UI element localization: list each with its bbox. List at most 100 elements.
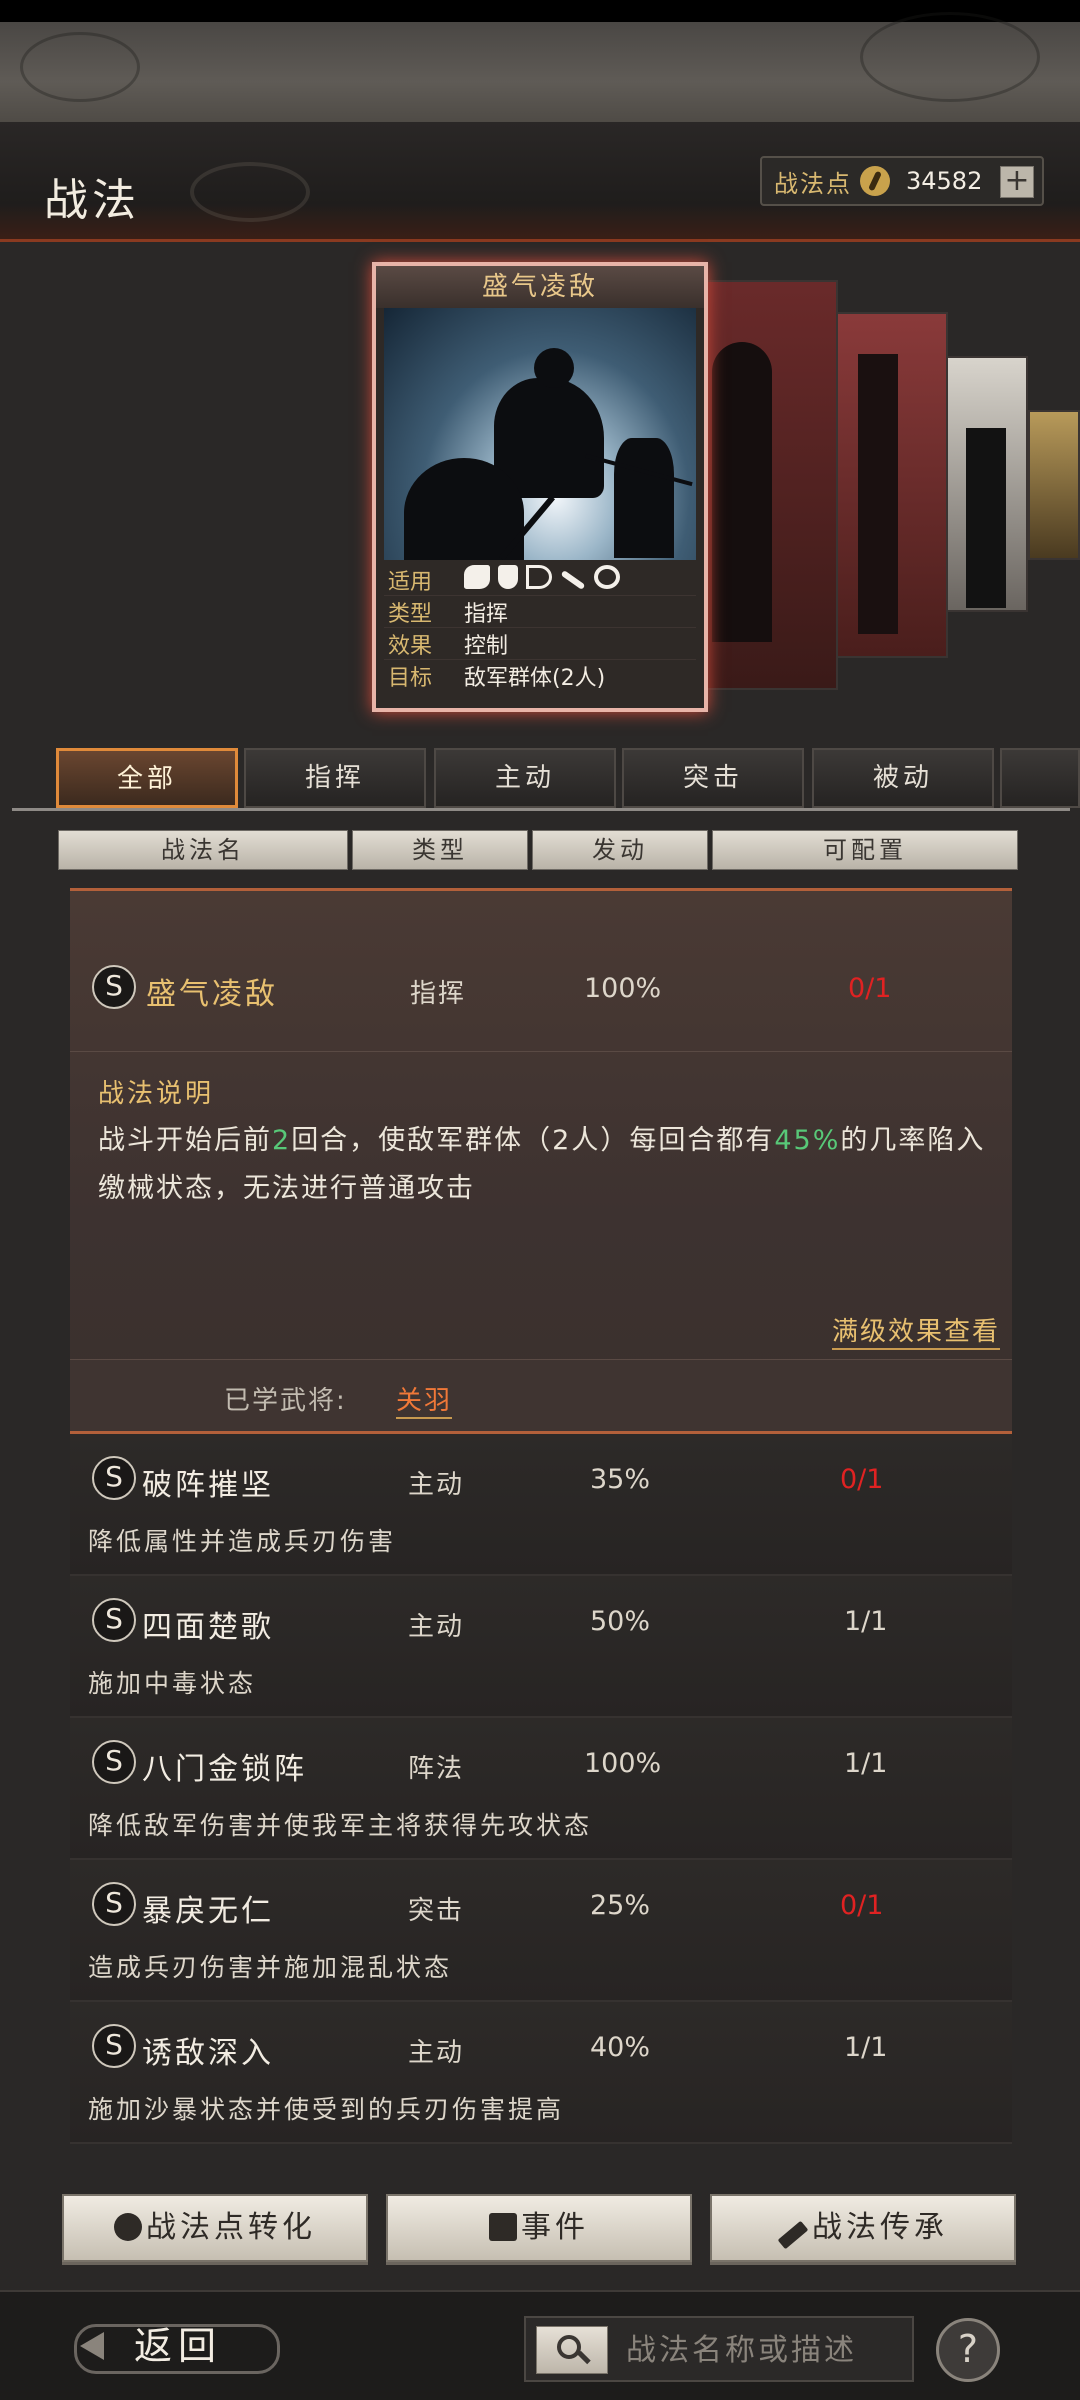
card-row-type: 类型 指挥 — [384, 596, 696, 628]
convert-points-button[interactable]: 战法点转化 — [62, 2194, 368, 2262]
learned-general-link[interactable]: 关羽 — [396, 1380, 453, 1419]
search-icon-handle — [577, 2350, 591, 2365]
tab-active[interactable]: 主动 — [434, 748, 616, 808]
tactic-row[interactable]: S 破阵摧坚 主动 35% 0/1 降低属性并造成兵刃伤害 — [70, 1434, 1012, 1576]
tactic-points-value: 34582 — [906, 167, 983, 195]
rank-s-badge: S — [92, 1456, 136, 1500]
search-box — [524, 2316, 914, 2382]
card-row-applicable: 适用 — [384, 564, 696, 596]
search-input[interactable] — [626, 2326, 906, 2374]
header-bar: 战法 战法点 34582 + — [0, 122, 1080, 242]
tactic-type: 主动 — [408, 1470, 465, 1500]
hammer-icon — [777, 2220, 809, 2250]
cavalry-icon — [464, 564, 490, 589]
tactic-summary: 施加中毒状态 — [88, 1669, 257, 1698]
column-trigger[interactable]: 发动 — [532, 830, 708, 870]
description-title: 战法说明 — [98, 1079, 215, 1109]
unit-icons — [464, 564, 628, 595]
back-label: 返回 — [134, 2324, 223, 2368]
tabs-divider — [12, 808, 1070, 811]
tactic-name: 诱敌深入 — [142, 2036, 274, 2071]
card-row-value: 控制 — [464, 633, 509, 659]
tactic-rate: 35% — [590, 1464, 651, 1495]
tactic-type: 阵法 — [408, 1754, 465, 1784]
column-configurable[interactable]: 可配置 — [712, 830, 1018, 870]
desc-part: 战斗开始后前 — [98, 1125, 272, 1156]
add-points-button[interactable]: + — [1000, 166, 1034, 198]
rank-s-badge: S — [92, 2024, 136, 2068]
flame-icon — [114, 2213, 142, 2241]
tactic-points-box: 战法点 34582 + — [760, 156, 1044, 206]
bow-icon — [526, 564, 552, 589]
tab-assault[interactable]: 突击 — [622, 748, 804, 808]
card-preview-2[interactable] — [700, 280, 838, 690]
tactic-type: 主动 — [408, 2038, 465, 2068]
card-row-target: 目标 敌军群体(2人) — [384, 660, 696, 692]
learned-label: 已学武将: — [224, 1386, 347, 1416]
tactic-name: 四面楚歌 — [142, 1610, 274, 1645]
card-info-table: 适用 类型 指挥 效果 控制 目标 敌军群体(2人) — [384, 564, 696, 692]
desc-part: 回合，使敌军群体（2人）每回合都有 — [291, 1125, 775, 1156]
tactic-name: 盛气凌敌 — [146, 977, 278, 1012]
card-preview-5[interactable] — [1028, 410, 1080, 560]
max-level-effect-link[interactable]: 满级效果查看 — [831, 1311, 1000, 1350]
card-artwork — [384, 308, 696, 560]
tactic-points-label: 战法点 — [774, 169, 852, 198]
rank-s-badge: S — [92, 965, 136, 1009]
tab-command[interactable]: 指挥 — [244, 748, 426, 808]
tactic-rate: 25% — [590, 1890, 651, 1921]
tactic-config: 1/1 — [844, 2032, 888, 2063]
header-swirl-decoration — [190, 162, 310, 222]
desc-highlight-rate: 45% — [774, 1125, 841, 1156]
tactic-row[interactable]: S 八门金锁阵 阵法 100% 1/1 降低敌军伤害并使我军主将获得先攻状态 — [70, 1718, 1012, 1860]
page-title: 战法 — [44, 175, 140, 226]
card-preview-3[interactable] — [836, 312, 948, 658]
tactic-rate: 100% — [584, 973, 662, 1004]
tactic-row[interactable]: S 暴戾无仁 突击 25% 0/1 造成兵刃伤害并施加混乱状态 — [70, 1860, 1012, 2002]
card-row-key: 类型 — [388, 601, 433, 627]
tactic-name: 八门金锁阵 — [142, 1752, 307, 1787]
tab-more[interactable] — [1000, 748, 1080, 808]
tactic-row[interactable]: S 诱敌深入 主动 40% 1/1 施加沙暴状态并使受到的兵刃伤害提高 — [70, 2002, 1012, 2144]
back-button[interactable]: 返回 — [70, 2314, 280, 2378]
help-button[interactable]: ? — [936, 2318, 1000, 2382]
event-button[interactable]: 事件 — [386, 2194, 692, 2262]
tactic-row-expanded[interactable]: S 盛气凌敌 指挥 100% 0/1 战法说明 战斗开始后前2回合，使敌军群体（… — [70, 888, 1012, 1434]
card-row-effect: 效果 控制 — [384, 628, 696, 660]
tactic-summary: 降低属性并造成兵刃伤害 — [88, 1527, 397, 1556]
tactic-rate: 40% — [590, 2032, 651, 2063]
tactic-summary: 施加沙暴状态并使受到的兵刃伤害提高 — [88, 2095, 565, 2124]
rank-s-badge: S — [92, 1598, 136, 1642]
card-row-value: 指挥 — [464, 601, 509, 627]
card-preview-4[interactable] — [946, 356, 1028, 612]
tactic-config: 1/1 — [844, 1606, 888, 1637]
rank-s-badge: S — [92, 1740, 136, 1784]
divider — [70, 1051, 1012, 1052]
tab-passive[interactable]: 被动 — [812, 748, 994, 808]
tab-all[interactable]: 全部 — [56, 748, 238, 808]
selected-tactic-card[interactable]: 盛气凌敌 适用 类型 指挥 效果 控制 目标 敌军群体(2人) — [372, 262, 708, 712]
inherit-tactic-label: 战法传承 — [812, 2210, 948, 2245]
tactic-config: 0/1 — [840, 1464, 884, 1495]
description-text: 战斗开始后前2回合，使敌军群体（2人）每回合都有45%的几率陷入缴械状态，无法进… — [98, 1117, 998, 1213]
spear-icon — [560, 569, 586, 590]
tactic-type: 主动 — [408, 1612, 465, 1642]
inherit-tactic-button[interactable]: 战法传承 — [710, 2194, 1016, 2262]
convert-points-label: 战法点转化 — [146, 2210, 316, 2245]
category-tabs: 全部 指挥 主动 突击 被动 — [52, 744, 1080, 810]
top-decoration — [0, 12, 1080, 122]
brush-coin-icon — [860, 166, 890, 196]
card-title: 盛气凌敌 — [376, 266, 704, 308]
search-button[interactable] — [536, 2326, 608, 2374]
tactic-type: 突击 — [408, 1896, 465, 1926]
column-type[interactable]: 类型 — [352, 830, 528, 870]
footer-bar: 返回 ? — [0, 2290, 1080, 2400]
tactic-config: 0/1 — [848, 973, 892, 1004]
event-label: 事件 — [521, 2210, 589, 2245]
tactic-config: 0/1 — [840, 1890, 884, 1921]
tactic-row[interactable]: S 四面楚歌 主动 50% 1/1 施加中毒状态 — [70, 1576, 1012, 1718]
column-name[interactable]: 战法名 — [58, 830, 348, 870]
card-row-key: 目标 — [388, 666, 433, 691]
tactic-list: S 盛气凌敌 指挥 100% 0/1 战法说明 战斗开始后前2回合，使敌军群体（… — [70, 888, 1012, 2144]
tactic-rate: 100% — [584, 1748, 662, 1779]
